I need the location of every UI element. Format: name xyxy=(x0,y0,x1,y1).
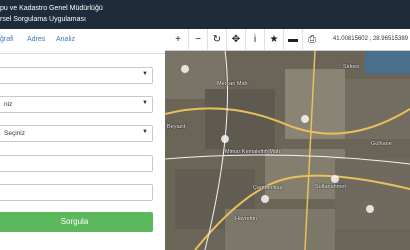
map-view[interactable]: Mercan Mah Sirkeci Gülhane Çemberlitaş S… xyxy=(165,29,410,250)
map-label: Beyazıt xyxy=(167,124,186,130)
chevron-down-icon: ▼ xyxy=(142,129,148,135)
refresh-icon[interactable]: ↻ xyxy=(207,29,226,50)
info-icon[interactable]: ⅰ xyxy=(245,29,264,50)
search-panel: ğrafi Adres Analiz ▼ niz ▼ Seçiniz ▼ Sor… xyxy=(0,29,166,250)
select-field-1[interactable]: ▼ xyxy=(0,67,153,84)
star-icon[interactable]: ★ xyxy=(264,29,283,50)
map-label: Mercan Mah xyxy=(217,81,248,87)
minus-line-icon[interactable]: ▬ xyxy=(283,29,302,50)
select-field-3-value: Seçiniz xyxy=(4,130,25,137)
locate-icon[interactable]: ✥ xyxy=(226,29,245,50)
tab-adres[interactable]: Adres xyxy=(27,36,45,43)
satellite-map-image xyxy=(165,29,410,250)
map-label: Çemberlitaş xyxy=(253,185,283,191)
map-label: Gülhane xyxy=(371,141,392,147)
map-toolbar: + − ↻ ✥ ⅰ ★ ▬ ⎙ 41.00815602 , 28.9651538… xyxy=(165,29,410,51)
map-label: Hayrettin xyxy=(235,216,258,222)
search-tabs: ğrafi Adres Analiz xyxy=(0,29,165,54)
app-header: pu ve Kadastro Genel Müdürlüğü rsel Sorg… xyxy=(0,0,410,29)
chevron-down-icon: ▼ xyxy=(142,71,148,77)
tab-cografi[interactable]: ğrafi xyxy=(0,36,14,43)
tab-analiz[interactable]: Analiz xyxy=(56,36,75,43)
map-label: Sirkeci xyxy=(343,64,360,70)
text-input-1[interactable] xyxy=(0,155,153,172)
map-label: Sultanahmet xyxy=(315,184,346,190)
zoom-in-icon[interactable]: + xyxy=(169,29,187,50)
header-title-line2: rsel Sorgulama Uygulaması xyxy=(0,16,86,23)
print-icon[interactable]: ⎙ xyxy=(302,29,321,50)
coordinate-readout: 41.00815602 , 28.96515389 xyxy=(332,36,408,42)
select-field-3[interactable]: Seçiniz ▼ xyxy=(0,125,153,142)
zoom-out-icon[interactable]: − xyxy=(188,29,207,50)
sorgula-button[interactable]: Sorgula xyxy=(0,212,153,232)
chevron-down-icon: ▼ xyxy=(142,100,148,106)
map-label: Mimar Kemalettin Mah xyxy=(225,149,281,155)
select-field-2[interactable]: niz ▼ xyxy=(0,96,153,113)
select-field-2-value: niz xyxy=(4,101,13,108)
header-title-line1: pu ve Kadastro Genel Müdürlüğü xyxy=(0,5,103,12)
text-input-2[interactable] xyxy=(0,184,153,201)
